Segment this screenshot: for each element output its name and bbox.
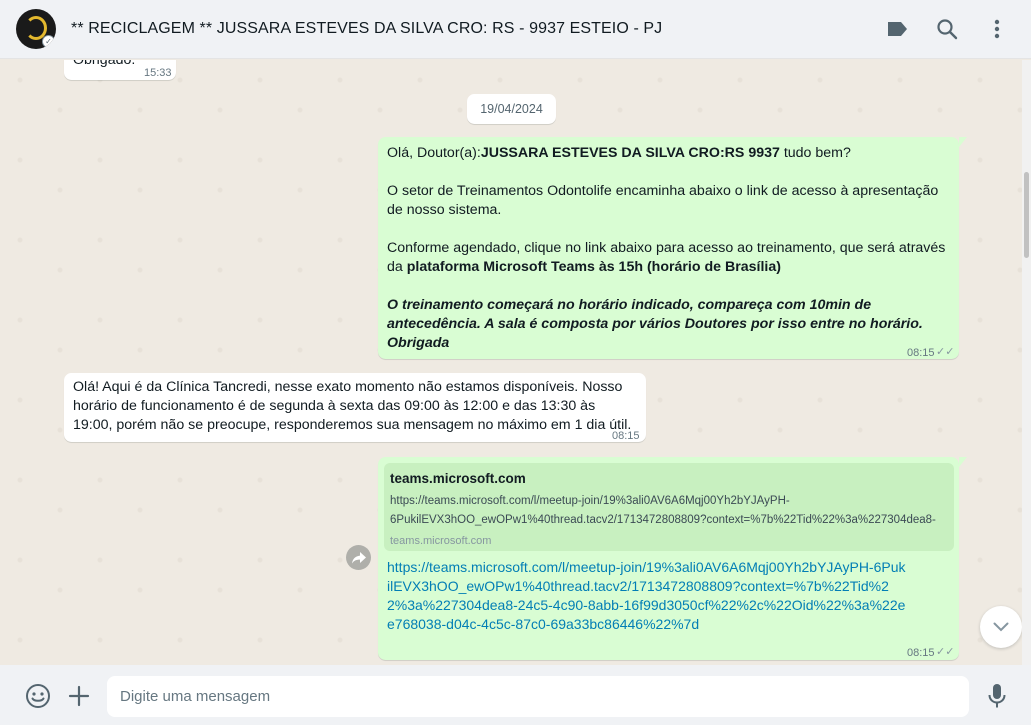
chat-title[interactable]: ** RECICLAGEM ** JUSSARA ESTEVES DA SILV…: [71, 20, 662, 38]
message-body: Olá, Doutor(a):JUSSARA ESTEVES DA SILVA …: [387, 144, 952, 353]
preview-site: teams.microsoft.com: [390, 471, 526, 486]
scrollbar[interactable]: [1022, 60, 1031, 665]
message-list[interactable]: Obrigado. 15:33 19/04/2024 Olá, Doutor(a…: [0, 60, 1022, 665]
status-badge: ✓: [42, 35, 55, 48]
message-text: Olá, Doutor(a):: [387, 145, 481, 161]
message-text-bold: JUSSARA ESTEVES DA SILVA CRO:RS 9937: [480, 145, 780, 161]
message-outgoing[interactable]: Olá, Doutor(a):JUSSARA ESTEVES DA SILVA …: [378, 137, 967, 359]
link-preview[interactable]: teams.microsoft.com https://teams.micros…: [384, 463, 954, 551]
message-paragraph: O treinamento começará no horário indica…: [387, 297, 923, 351]
scroll-down-button[interactable]: [980, 606, 1022, 648]
double-check-icon: ✓✓: [936, 646, 955, 658]
message-text: tudo bem?: [779, 145, 851, 161]
message-link[interactable]: https://teams.microsoft.com/l/meetup-joi…: [387, 558, 907, 634]
message-paragraph: Olá, Doutor(a):JUSSARA ESTEVES DA SILVA …: [387, 144, 952, 163]
emoji-icon[interactable]: [25, 683, 51, 709]
message-incoming[interactable]: Olá! Aqui é da Clínica Tancredi, nesse e…: [64, 373, 646, 442]
forward-icon[interactable]: [346, 545, 371, 570]
message-input[interactable]: [107, 676, 969, 717]
message-paragraph: Conforme agendado, clique no link abaixo…: [387, 239, 952, 277]
message-text-bold: plataforma Microsoft Teams às 15h (horár…: [406, 259, 781, 275]
message-time: 08:15: [907, 647, 935, 659]
preview-domain: teams.microsoft.com: [390, 535, 492, 547]
menu-icon[interactable]: [985, 17, 1009, 41]
double-check-icon: ✓✓: [936, 346, 955, 358]
attach-plus-icon[interactable]: [66, 683, 92, 709]
avatar[interactable]: ✓: [16, 9, 56, 49]
bubble-tail: [959, 457, 967, 467]
bubble-tail: [959, 137, 967, 147]
message-text: Olá! Aqui é da Clínica Tancredi, nesse e…: [73, 379, 632, 433]
date-divider: 19/04/2024: [467, 94, 556, 124]
preview-description: https://teams.microsoft.com/l/meetup-joi…: [390, 495, 790, 507]
label-icon[interactable]: [885, 17, 909, 41]
chat-header: ✓ ** RECICLAGEM ** JUSSARA ESTEVES DA SI…: [0, 0, 1031, 59]
message-text: Obrigado.: [73, 60, 136, 68]
message-input-box[interactable]: [107, 676, 969, 717]
message-incoming[interactable]: Obrigado. 15:33: [64, 60, 176, 80]
message-time: 08:15: [612, 430, 640, 442]
microphone-icon[interactable]: [984, 683, 1010, 709]
message-time: 15:33: [144, 67, 172, 79]
message-paragraph: O setor de Treinamentos Odontolife encam…: [387, 183, 939, 218]
scrollbar-thumb[interactable]: [1024, 172, 1029, 258]
preview-description: 6PukilEVX3hOO_ewOPw1%40thread.tacv2/1713…: [390, 514, 936, 526]
message-outgoing-link[interactable]: teams.microsoft.com https://teams.micros…: [378, 457, 967, 660]
search-icon[interactable]: [935, 17, 959, 41]
message-time: 08:15: [907, 347, 935, 359]
composer-bar: [0, 665, 1031, 725]
